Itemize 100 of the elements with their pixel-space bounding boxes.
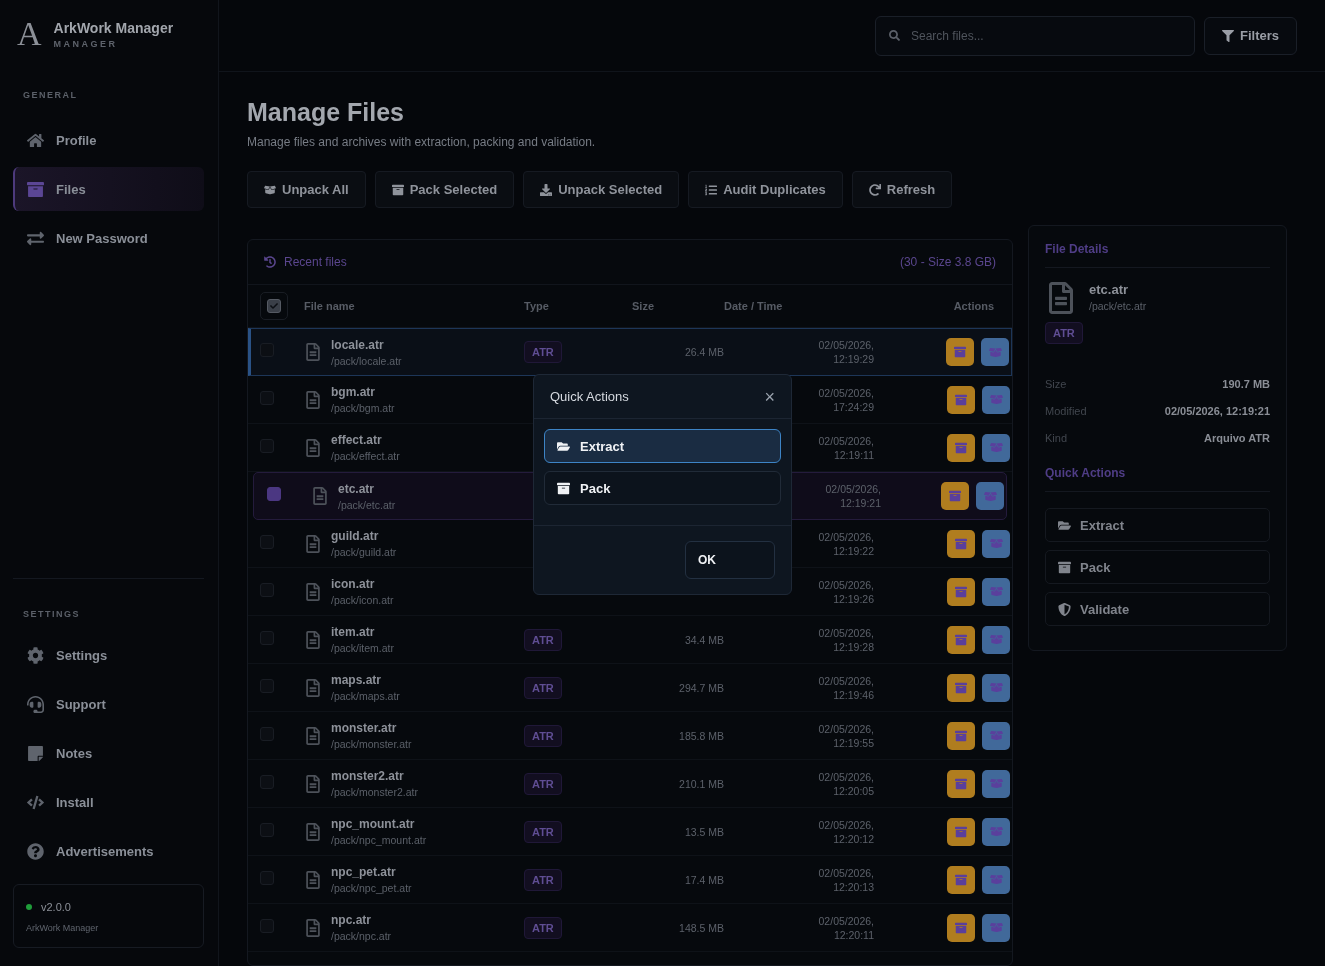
unpack-button[interactable] [982,529,1010,558]
sidebar-item[interactable]: Files [13,167,204,211]
archive-icon [954,346,966,358]
unpack-button[interactable] [982,577,1010,606]
pack-button[interactable] [947,673,975,702]
file-path: /pack/npc.atr [331,930,392,942]
sidebar-item[interactable]: Notes [13,731,204,775]
unpack-button[interactable] [982,769,1010,798]
close-button[interactable]: × [764,387,775,406]
quick-action-button[interactable]: Extract [1045,508,1270,542]
unpack-button[interactable] [982,673,1010,702]
file-row[interactable]: npc.atr /pack/npc.atr ATR 148.5 MB 02/05/2026, 12:20:11 [248,904,1012,952]
pack-button[interactable] [941,482,969,510]
file-date: 02/05/2026, 12:19:21 [825,482,881,510]
unpack-button[interactable] [982,625,1010,654]
sidebar-item[interactable]: Install [13,780,204,824]
pack-button[interactable] [947,625,975,654]
open-box-icon [989,441,1003,454]
sidebar-item[interactable]: Settings [13,633,204,677]
file-date: 02/05/2026, 12:19:55 [818,721,874,750]
type-badge: ATR [524,724,562,747]
toolbar-button[interactable]: Pack Selected [374,171,515,208]
select-all-checkbox[interactable] [260,292,288,320]
unpack-button[interactable] [982,433,1010,462]
file-date: 02/05/2026, 12:19:29 [818,338,874,366]
file-name: npc.atr [331,913,372,927]
sidebar-item[interactable]: Advertisements [13,829,204,873]
file-date: 02/05/2026, 17:24:29 [818,385,874,414]
type-badge: ATR [524,868,562,891]
pack-button[interactable] [947,721,975,750]
file-size: 17.4 MB [683,873,724,886]
row-checkbox[interactable] [267,487,281,501]
version-app-name: ArkWork Manager [26,923,100,933]
pack-button[interactable] [947,529,975,558]
pack-button[interactable] [947,865,975,894]
file-row[interactable]: monster2.atr /pack/monster2.atr ATR 210.1 MB 02/05/2026, 12:20:05 [248,760,1012,808]
arrows-icon [27,229,44,247]
unpack-button[interactable] [982,385,1010,414]
pack-button[interactable] [947,577,975,606]
file-size: 148.5 MB [678,921,724,934]
version-label: v2.0.0 [41,901,71,913]
file-name: etc.atr [1089,282,1130,297]
file-path: /pack/maps.atr [331,690,400,702]
search-field[interactable]: Search files... [875,15,1195,56]
archive-icon [955,585,967,598]
pack-button[interactable] [947,433,975,462]
toolbar-button[interactable]: Unpack All [247,171,366,208]
column-header: Actions [952,300,995,312]
file-path: /pack/etc.atr [1089,300,1147,312]
filters-button[interactable]: Filters [1204,16,1297,55]
open-box-icon [989,873,1003,886]
pack-button[interactable] [946,338,974,366]
history-icon [264,256,276,268]
unpack-button[interactable] [982,721,1010,750]
archive-icon [955,729,967,742]
pack-button[interactable] [947,769,975,798]
file-row[interactable]: npc_mount.atr /pack/npc_mount.atr ATR 13.5 MB 02/05/2026, 12:20:12 [248,808,1012,856]
open-box-icon [988,345,1002,359]
type-badge: ATR [524,628,562,651]
toolbar-button[interactable]: Unpack Selected [523,171,680,208]
archive-icon [1058,560,1071,574]
file-row[interactable]: npc_pet.atr /pack/npc_pet.atr ATR 17.4 MB 02/05/2026, 12:20:13 [248,856,1012,904]
file-path: /pack/effect.atr [331,450,400,462]
logo: A [17,15,42,53]
card-title: Recent files [284,255,347,269]
quick-action-button[interactable]: Validate [1045,592,1270,626]
dialog-option[interactable]: Pack [544,471,781,505]
sidebar-item[interactable]: Support [13,682,204,726]
pack-button[interactable] [947,817,975,846]
file-row[interactable]: locale.atr /pack/locale.atr ATR 26.4 MB 02/05/2026, 12:19:29 [248,328,1012,376]
list-icon [705,183,718,196]
unpack-button[interactable] [976,482,1004,510]
unpack-button[interactable] [982,865,1010,894]
pack-button[interactable] [947,913,975,942]
question-icon [27,842,44,860]
open-box-icon [989,393,1003,406]
pack-button[interactable] [947,385,975,414]
file-row[interactable]: monster.atr /pack/monster.atr ATR 185.8 MB 02/05/2026, 12:19:55 [248,712,1012,760]
ok-button[interactable]: OK [685,541,775,579]
file-path: /pack/icon.atr [331,594,394,606]
unpack-button[interactable] [982,913,1010,942]
file-name: guild.atr [331,529,380,543]
file-row[interactable]: item.atr /pack/item.atr ATR 34.4 MB 02/05/2026, 12:19:28 [248,616,1012,664]
type-badge: ATR [524,341,562,363]
file-row[interactable]: maps.atr /pack/maps.atr ATR 294.7 MB 02/05/2026, 12:19:46 [248,664,1012,712]
unpack-button[interactable] [982,817,1010,846]
sidebar-item[interactable]: New Password [13,216,204,260]
refresh-icon [868,183,881,196]
unpack-button[interactable] [981,338,1009,366]
toolbar-button[interactable]: Refresh [851,171,953,208]
file-name: locale.atr [331,337,385,352]
toolbar-button[interactable]: Audit Duplicates [688,171,843,208]
archive-icon [955,393,967,406]
file-date: 02/05/2026, 12:20:13 [818,865,874,894]
sidebar-item[interactable]: Profile [13,118,204,162]
dialog-option[interactable]: Extract [544,429,781,463]
quick-action-button[interactable]: Pack [1045,550,1270,584]
file-size: 26.4 MB [683,346,724,358]
page-subtitle: Manage files and archives with extraction, packing and validation. [247,135,597,149]
archive-icon [955,873,967,886]
